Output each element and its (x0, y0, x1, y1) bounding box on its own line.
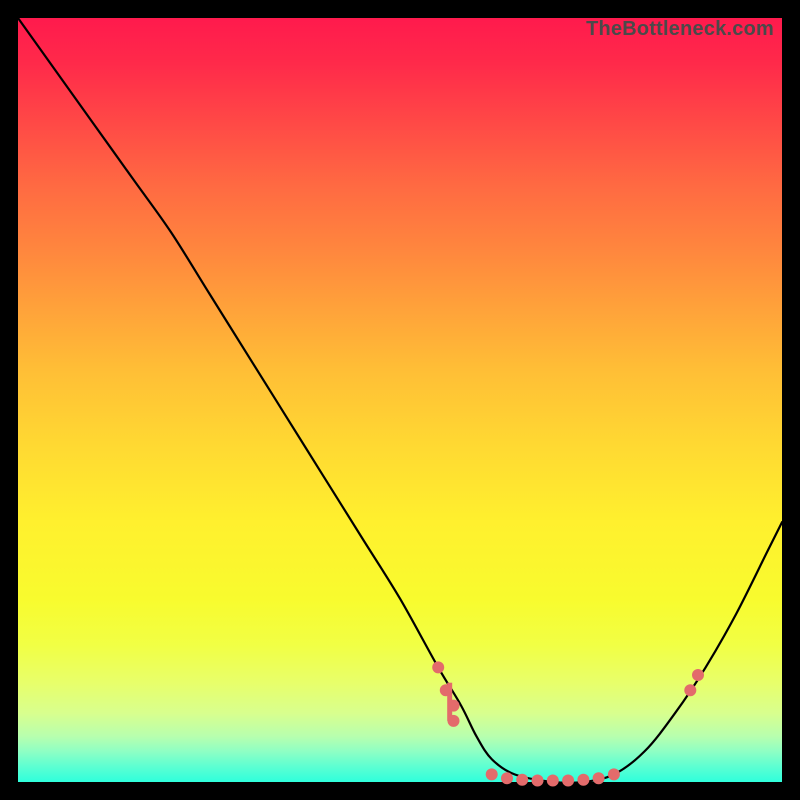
bottleneck-curve (18, 18, 782, 783)
data-marker (593, 772, 605, 784)
chart-svg (18, 18, 782, 782)
data-marker (562, 775, 574, 787)
data-marker (608, 768, 620, 780)
data-marker (448, 700, 460, 712)
data-marker (577, 774, 589, 786)
data-marker (448, 715, 460, 727)
data-marker (516, 774, 528, 786)
data-marker (684, 684, 696, 696)
data-marker (501, 772, 513, 784)
data-marker (486, 768, 498, 780)
data-marker (532, 775, 544, 787)
data-marker (432, 661, 444, 673)
chart-plot-area: TheBottleneck.com (18, 18, 782, 782)
data-markers (432, 661, 704, 786)
data-marker (692, 669, 704, 681)
data-marker (440, 684, 452, 696)
data-marker (547, 775, 559, 787)
